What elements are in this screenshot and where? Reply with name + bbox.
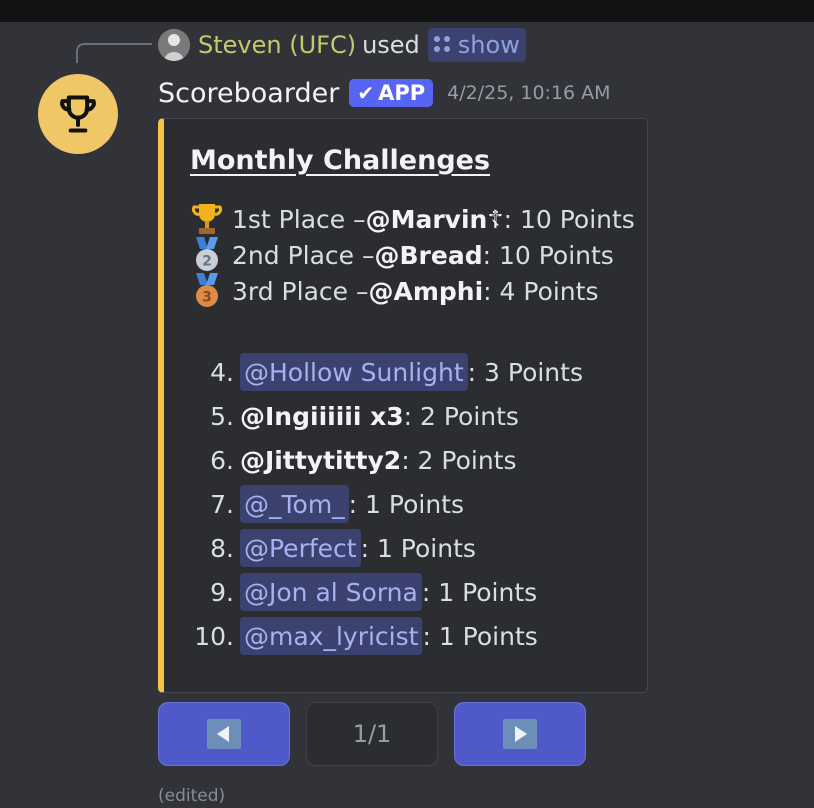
embed-title: Monthly Challenges (190, 145, 491, 176)
app-badge: ✔ APP (349, 79, 434, 107)
points-text: : 2 Points (401, 445, 517, 475)
bot-avatar[interactable] (38, 74, 118, 154)
rank-number: 7. (210, 489, 234, 519)
ranked-list: 4. @Hollow Sunlight : 3 Points 5. @Ingii… (188, 350, 638, 658)
user-name-bold: @Jittytitty2 (240, 445, 402, 475)
podium-user[interactable]: @Bread (374, 241, 482, 270)
leaderboard-embed: Monthly Challenges 1st Place – @Marvin ☦… (158, 118, 648, 693)
place-label: 3rd Place – (232, 276, 369, 306)
podium-list: 1st Place – @Marvin ☦ : 10 Points 2 2nd … (190, 201, 635, 309)
rank-number: 8. (210, 533, 234, 563)
next-page-button[interactable] (454, 702, 586, 766)
user-mention[interactable]: @_Tom_ (240, 485, 349, 523)
podium-user[interactable]: @Marvin (366, 205, 488, 234)
list-item: 9. @Jon al Sorna : 1 Points (188, 570, 638, 614)
user-suffix-glyph: ☦ (487, 204, 504, 234)
previous-page-button[interactable] (158, 702, 290, 766)
reply-user-avatar[interactable] (158, 29, 190, 61)
reply-used-text: used (362, 31, 420, 59)
command-reply-header[interactable]: Steven (UFC) used show (158, 28, 526, 62)
points-text: : 3 Points (467, 357, 583, 387)
user-mention[interactable]: @Hollow Sunlight (240, 353, 468, 391)
points-text: : 10 Points (482, 240, 614, 270)
points-text: : 1 Points (360, 533, 476, 563)
points-text: : 1 Points (422, 621, 538, 651)
user-mention[interactable]: @Jon al Sorna (240, 573, 422, 611)
podium-entry-2: 2 2nd Place – @Bread : 10 Points (190, 237, 635, 273)
app-command-icon (433, 36, 452, 54)
message-timestamp[interactable]: 4/2/25, 10:16 AM (447, 82, 610, 104)
points-text: : 10 Points (503, 204, 635, 234)
rank-number: 10. (194, 621, 234, 651)
verified-check-icon: ✔ (357, 81, 375, 105)
trophy-icon (190, 201, 224, 237)
rank-number: 5. (210, 401, 234, 431)
rank-number: 4. (210, 357, 234, 387)
list-item: 4. @Hollow Sunlight : 3 Points (188, 350, 638, 394)
top-bar (0, 0, 814, 22)
message-header: Scoreboarder ✔ APP 4/2/25, 10:16 AM (158, 74, 611, 112)
svg-text:3: 3 (202, 290, 212, 306)
third-place-medal-icon: 3 (190, 273, 224, 309)
user-name-bold: @Ingiiiiii x3 (240, 401, 404, 431)
points-text: : 1 Points (421, 577, 538, 607)
page-indicator-button[interactable]: 1/1 (306, 702, 438, 766)
reply-connector (76, 43, 152, 63)
points-text: : 1 Points (348, 489, 464, 519)
rank-number: 9. (210, 577, 234, 607)
podium-entry-1: 1st Place – @Marvin ☦ : 10 Points (190, 201, 635, 237)
trophy-icon (60, 95, 96, 133)
points-text: : 4 Points (483, 276, 599, 306)
place-label: 2nd Place – (232, 240, 375, 270)
podium-user[interactable]: @Amphi (368, 277, 483, 306)
list-item: 5. @Ingiiiiii x3 : 2 Points (188, 394, 638, 438)
reply-user-name[interactable]: Steven (UFC) (198, 31, 356, 59)
podium-entry-3: 3 3rd Place – @Amphi : 4 Points (190, 273, 635, 309)
command-name: show (457, 31, 520, 59)
svg-text:2: 2 (202, 254, 212, 270)
list-item: 6. @Jittytitty2 : 2 Points (188, 438, 638, 482)
edited-label: (edited) (158, 786, 226, 806)
list-item: 8. @Perfect : 1 Points (188, 526, 638, 570)
list-item: 10. @max_lyricist : 1 Points (188, 614, 638, 658)
points-text: : 2 Points (403, 401, 519, 431)
previous-arrow-icon (207, 719, 241, 749)
second-place-medal-icon: 2 (190, 237, 224, 273)
user-mention[interactable]: @max_lyricist (240, 617, 423, 655)
user-mention[interactable]: @Perfect (240, 529, 361, 567)
app-badge-label: APP (378, 81, 426, 105)
rank-number: 6. (210, 445, 234, 475)
list-item: 7. @_Tom_ : 1 Points (188, 482, 638, 526)
place-label: 1st Place – (232, 204, 366, 234)
command-chip[interactable]: show (427, 28, 526, 62)
next-arrow-icon (503, 719, 537, 749)
bot-name[interactable]: Scoreboarder (158, 78, 339, 109)
page-label: 1/1 (352, 720, 392, 748)
